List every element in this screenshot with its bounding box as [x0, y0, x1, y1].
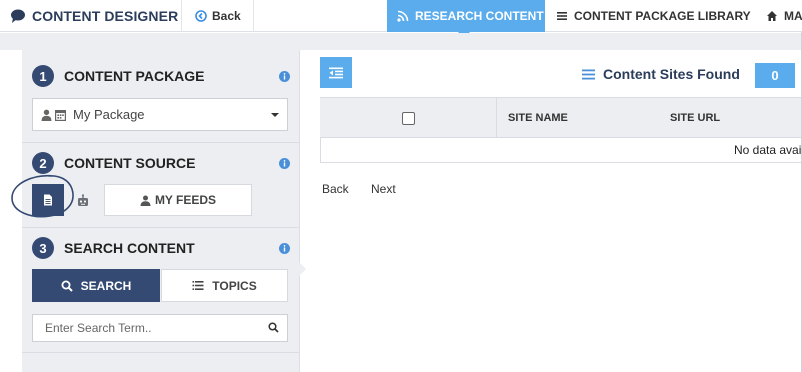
my-feeds-button[interactable]: MY FEEDS — [104, 184, 252, 216]
found-label: Content Sites Found — [603, 66, 740, 82]
column-site-name[interactable]: SITE NAME — [508, 98, 568, 138]
search-button[interactable]: SEARCH — [32, 269, 160, 302]
step-number-3: 3 — [32, 237, 54, 259]
content-source-title: CONTENT SOURCE — [64, 155, 196, 171]
tab-ma-label: MA — [784, 9, 802, 23]
sites-table: SITE NAME SITE URL No data available — [320, 97, 802, 166]
content-package-value: My Package — [73, 107, 145, 122]
found-count-badge: 0 — [755, 63, 795, 88]
info-icon[interactable] — [279, 158, 290, 169]
content-sites-found: Content Sites Found — [582, 66, 740, 82]
step-number-2: 2 — [32, 152, 54, 174]
search-icon[interactable] — [268, 322, 279, 333]
document-icon — [44, 194, 52, 206]
topics-button[interactable]: TOPICS — [161, 269, 288, 302]
pager-next-button[interactable]: Next — [371, 182, 396, 196]
outdent-icon — [329, 67, 343, 78]
panel-pointer — [299, 262, 306, 276]
gray-band — [0, 33, 802, 50]
empty-message: No data available — [734, 143, 802, 157]
back-circle-icon — [195, 10, 207, 22]
tab-research-label: RESEARCH CONTENT — [415, 9, 544, 23]
info-icon[interactable] — [279, 71, 290, 82]
my-feeds-label: MY FEEDS — [154, 193, 217, 207]
section-divider — [22, 352, 299, 353]
empty-row: No data available — [320, 138, 802, 163]
table-header: SITE NAME SITE URL — [320, 97, 802, 138]
rss-icon — [397, 10, 409, 22]
app-brand: CONTENT DESIGNER — [0, 0, 182, 32]
tab-content-package-library[interactable]: CONTENT PACKAGE LIBRARY — [545, 0, 758, 32]
search-content-title: SEARCH CONTENT — [64, 240, 195, 256]
section-divider — [22, 227, 299, 228]
user-icon — [41, 109, 52, 121]
calendar-icon — [55, 109, 66, 121]
list-icon — [192, 281, 204, 290]
step-number-1: 1 — [32, 65, 54, 87]
topics-label: TOPICS — [212, 278, 257, 293]
panel-divider — [299, 50, 300, 372]
content-package-title: CONTENT PACKAGE — [64, 68, 205, 84]
back-label: Back — [212, 9, 241, 23]
tab-ma[interactable]: MA — [758, 0, 802, 32]
search-icon — [61, 280, 73, 292]
top-nav: RESEARCH CONTENT CONTENT PACKAGE LIBRARY… — [387, 0, 802, 38]
app-title: CONTENT DESIGNER — [32, 8, 179, 24]
tab-research-content[interactable]: RESEARCH CONTENT — [387, 0, 545, 38]
select-all-cell — [320, 98, 497, 138]
content-package-select[interactable]: My Package — [32, 98, 288, 131]
tab-library-label: CONTENT PACKAGE LIBRARY — [574, 9, 751, 23]
home-icon — [767, 11, 777, 21]
collapse-panel-button[interactable] — [320, 57, 352, 88]
chevron-down-icon — [271, 113, 279, 117]
robot-icon[interactable] — [76, 194, 90, 208]
source-document-button[interactable] — [32, 184, 64, 216]
user-icon — [140, 195, 151, 206]
search-input[interactable] — [33, 315, 261, 341]
search-label: SEARCH — [80, 278, 132, 293]
pager-back-button[interactable]: Back — [322, 182, 349, 196]
list-icon — [582, 69, 595, 79]
info-icon[interactable] — [279, 243, 290, 254]
section-divider — [22, 142, 299, 143]
chat-bubble-icon — [11, 9, 25, 23]
select-all-checkbox[interactable] — [401, 111, 415, 125]
back-button[interactable]: Back — [182, 0, 254, 32]
column-site-url[interactable]: SITE URL — [670, 98, 720, 138]
search-field — [32, 314, 288, 342]
top-bar: CONTENT DESIGNER Back RESEARCH CONTENT C… — [0, 0, 802, 38]
list-icon — [557, 12, 567, 20]
